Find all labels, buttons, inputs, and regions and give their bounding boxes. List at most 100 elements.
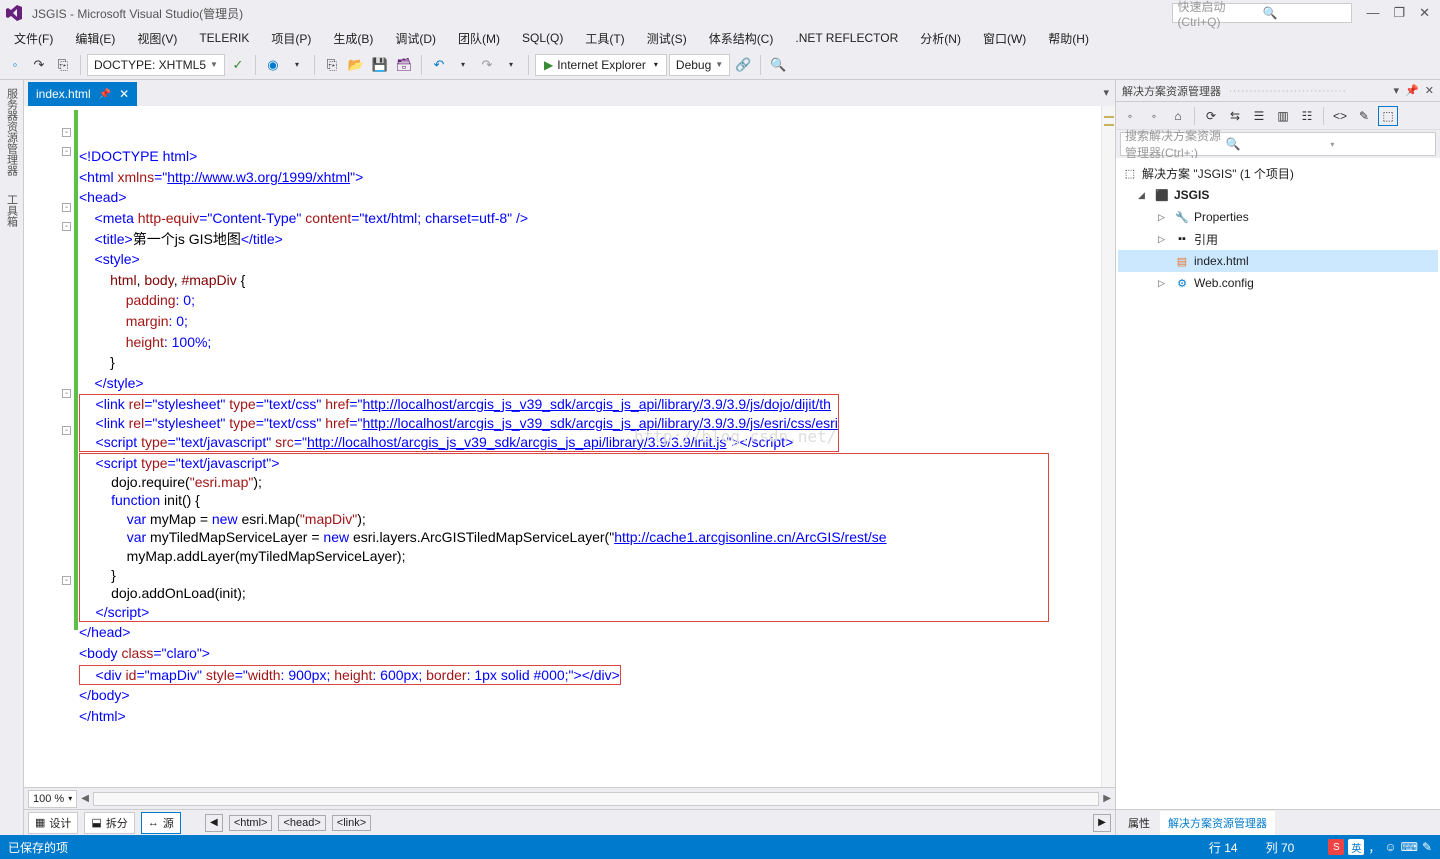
chevron-right-icon[interactable]: ▷ <box>1158 234 1170 245</box>
menu-tools[interactable]: 工具(T) <box>575 28 634 49</box>
view-source[interactable]: ↔源 <box>141 812 181 834</box>
menu-debug[interactable]: 调试(D) <box>385 28 446 49</box>
code-url[interactable]: http://www.w3.org/1999/xhtml <box>167 169 350 185</box>
menu-view[interactable]: 视图(V) <box>127 28 187 49</box>
ime-emoji-icon[interactable]: ☺ <box>1384 840 1396 854</box>
forward-button[interactable]: ↷ <box>28 54 50 76</box>
menu-architecture[interactable]: 体系结构(C) <box>699 28 784 49</box>
breadcrumb-html[interactable]: <html> <box>229 815 273 831</box>
back-button[interactable]: ◦ <box>4 54 26 76</box>
ime-settings-icon[interactable]: ✎ <box>1422 840 1432 854</box>
config-combo[interactable]: Debug ▼ <box>669 54 730 76</box>
tab-solution-explorer[interactable]: 解决方案资源管理器 <box>1160 811 1275 835</box>
open-button[interactable]: 📂 <box>345 54 367 76</box>
view-design[interactable]: ▦设计 <box>28 812 78 834</box>
server-explorer-tab[interactable]: 服务器资源管理器 <box>2 84 22 180</box>
dropdown-icon[interactable]: ▾ <box>1394 84 1400 97</box>
ime-lang-icon[interactable]: 英 <box>1348 839 1364 855</box>
tab-properties[interactable]: 属性 <box>1120 811 1158 835</box>
scroll-right-icon[interactable]: ▶ <box>1103 793 1111 804</box>
new-project-button[interactable]: ⎘ <box>52 54 74 76</box>
doctype-combo[interactable]: DOCTYPE: XHTML5 ▼ <box>87 54 225 76</box>
tree-properties[interactable]: ▷ 🔧 Properties <box>1118 206 1438 228</box>
redo-button[interactable]: ↷ <box>476 54 498 76</box>
toolbox-tab[interactable]: 工具箱 <box>2 190 22 231</box>
refresh-icon[interactable]: ⟳ <box>1201 106 1221 126</box>
outline-toggle[interactable]: - <box>62 576 71 585</box>
forward-icon[interactable]: ◦ <box>1144 106 1164 126</box>
breadcrumb-prev[interactable]: ◀ <box>205 814 223 832</box>
breadcrumb-next[interactable]: ▶ <box>1093 814 1111 832</box>
chevron-right-icon[interactable]: ▷ <box>1158 278 1170 289</box>
new-item-button[interactable]: ⎘ <box>321 54 343 76</box>
tree-project[interactable]: ◢ ⬛ JSGIS <box>1118 184 1438 206</box>
menu-help[interactable]: 帮助(H) <box>1038 28 1099 49</box>
ime-keyboard-icon[interactable]: ⌨ <box>1401 840 1418 854</box>
minimap-scroll[interactable] <box>1101 106 1115 787</box>
menu-analyze[interactable]: 分析(N) <box>910 28 971 49</box>
menu-edit[interactable]: 编辑(E) <box>65 28 125 49</box>
caret-down-icon[interactable]: ▾ <box>452 54 474 76</box>
menu-team[interactable]: 团队(M) <box>448 28 510 49</box>
code-url[interactable]: http://localhost/arcgis_js_v39_sdk/arcgi… <box>362 396 830 412</box>
save-button[interactable]: 💾 <box>369 54 391 76</box>
outline-toggle[interactable]: - <box>62 147 71 156</box>
validate-button[interactable]: ✓ <box>227 54 249 76</box>
target-button[interactable]: ◉ <box>262 54 284 76</box>
close-panel-icon[interactable]: ✕ <box>1425 84 1434 97</box>
tab-index-html[interactable]: index.html 📌 ✕ <box>28 82 137 106</box>
scroll-left-icon[interactable]: ◀ <box>81 793 89 804</box>
menu-reflector[interactable]: .NET REFLECTOR <box>785 29 908 47</box>
minimize-button[interactable]: — <box>1366 5 1379 21</box>
caret-down-icon[interactable]: ▾ <box>286 54 308 76</box>
properties-icon[interactable]: ☷ <box>1297 106 1317 126</box>
tree-webconfig[interactable]: ▷ ⚙ Web.config <box>1118 272 1438 294</box>
chevron-down-icon[interactable]: ◢ <box>1138 190 1150 201</box>
ime-sogou-icon[interactable]: S <box>1328 839 1344 855</box>
ime-punct-icon[interactable]: ， <box>1368 839 1380 856</box>
maximize-button[interactable]: ❐ <box>1393 5 1405 21</box>
breadcrumb-link[interactable]: <link> <box>332 815 371 831</box>
tree-index-html[interactable]: ▤ index.html <box>1118 250 1438 272</box>
outline-toggle[interactable]: - <box>62 389 71 398</box>
chevron-right-icon[interactable]: ▷ <box>1158 212 1170 223</box>
se-search-input[interactable]: 搜索解决方案资源管理器(Ctrl+;) 🔍 ▾ <box>1120 132 1436 156</box>
code-editor[interactable]: http://blog.csdn.net/ <!DOCTYPE html> <h… <box>79 106 1101 787</box>
menu-sql[interactable]: SQL(Q) <box>512 29 573 47</box>
show-all-files-icon[interactable]: ▥ <box>1273 106 1293 126</box>
run-button[interactable]: ▶ Internet Explorer ▾ <box>535 54 667 76</box>
menu-file[interactable]: 文件(F) <box>4 28 63 49</box>
menu-test[interactable]: 测试(S) <box>637 28 697 49</box>
save-all-button[interactable]: 🗃 <box>393 54 415 76</box>
zoom-combo[interactable]: 100 % ▾ <box>28 790 77 808</box>
horizontal-scrollbar[interactable] <box>93 792 1099 806</box>
code-url[interactable]: http://cache1.arcgisonline.cn/ArcGIS/res… <box>614 529 886 545</box>
close-button[interactable]: ✕ <box>1419 5 1430 21</box>
browser-link-button[interactable]: 🔗 <box>732 54 754 76</box>
view-split[interactable]: ⬓拆分 <box>84 812 134 834</box>
pin-icon[interactable]: 📌 <box>1405 84 1419 97</box>
sync-icon[interactable]: ⇆ <box>1225 106 1245 126</box>
breadcrumb-head[interactable]: <head> <box>278 815 325 831</box>
pin-icon[interactable]: 📌 <box>99 89 111 100</box>
view-code-icon[interactable]: <> <box>1330 106 1350 126</box>
undo-button[interactable]: ↶ <box>428 54 450 76</box>
menu-telerik[interactable]: TELERIK <box>189 29 259 47</box>
quick-launch-input[interactable]: 快速启动 (Ctrl+Q) 🔍 <box>1172 3 1352 23</box>
find-button[interactable]: 🔍 <box>767 54 789 76</box>
home-icon[interactable]: ⌂ <box>1168 106 1188 126</box>
view-designer-icon[interactable]: ✎ <box>1354 106 1374 126</box>
caret-down-icon[interactable]: ▾ <box>500 54 522 76</box>
collapse-all-icon[interactable]: ☰ <box>1249 106 1269 126</box>
tree-references[interactable]: ▷ ▪▪ 引用 <box>1118 228 1438 250</box>
outline-toggle[interactable]: - <box>62 222 71 231</box>
menu-window[interactable]: 窗口(W) <box>973 28 1036 49</box>
scope-icon[interactable]: ⬚ <box>1378 106 1398 126</box>
outline-toggle[interactable]: - <box>62 128 71 137</box>
outline-toggle[interactable]: - <box>62 203 71 212</box>
menu-build[interactable]: 生成(B) <box>323 28 383 49</box>
outline-toggle[interactable]: - <box>62 426 71 435</box>
tree-solution[interactable]: ⬚ 解决方案 "JSGIS" (1 个项目) <box>1118 162 1438 184</box>
back-icon[interactable]: ◦ <box>1120 106 1140 126</box>
tab-overflow-icon[interactable]: ▾ <box>1103 86 1109 99</box>
